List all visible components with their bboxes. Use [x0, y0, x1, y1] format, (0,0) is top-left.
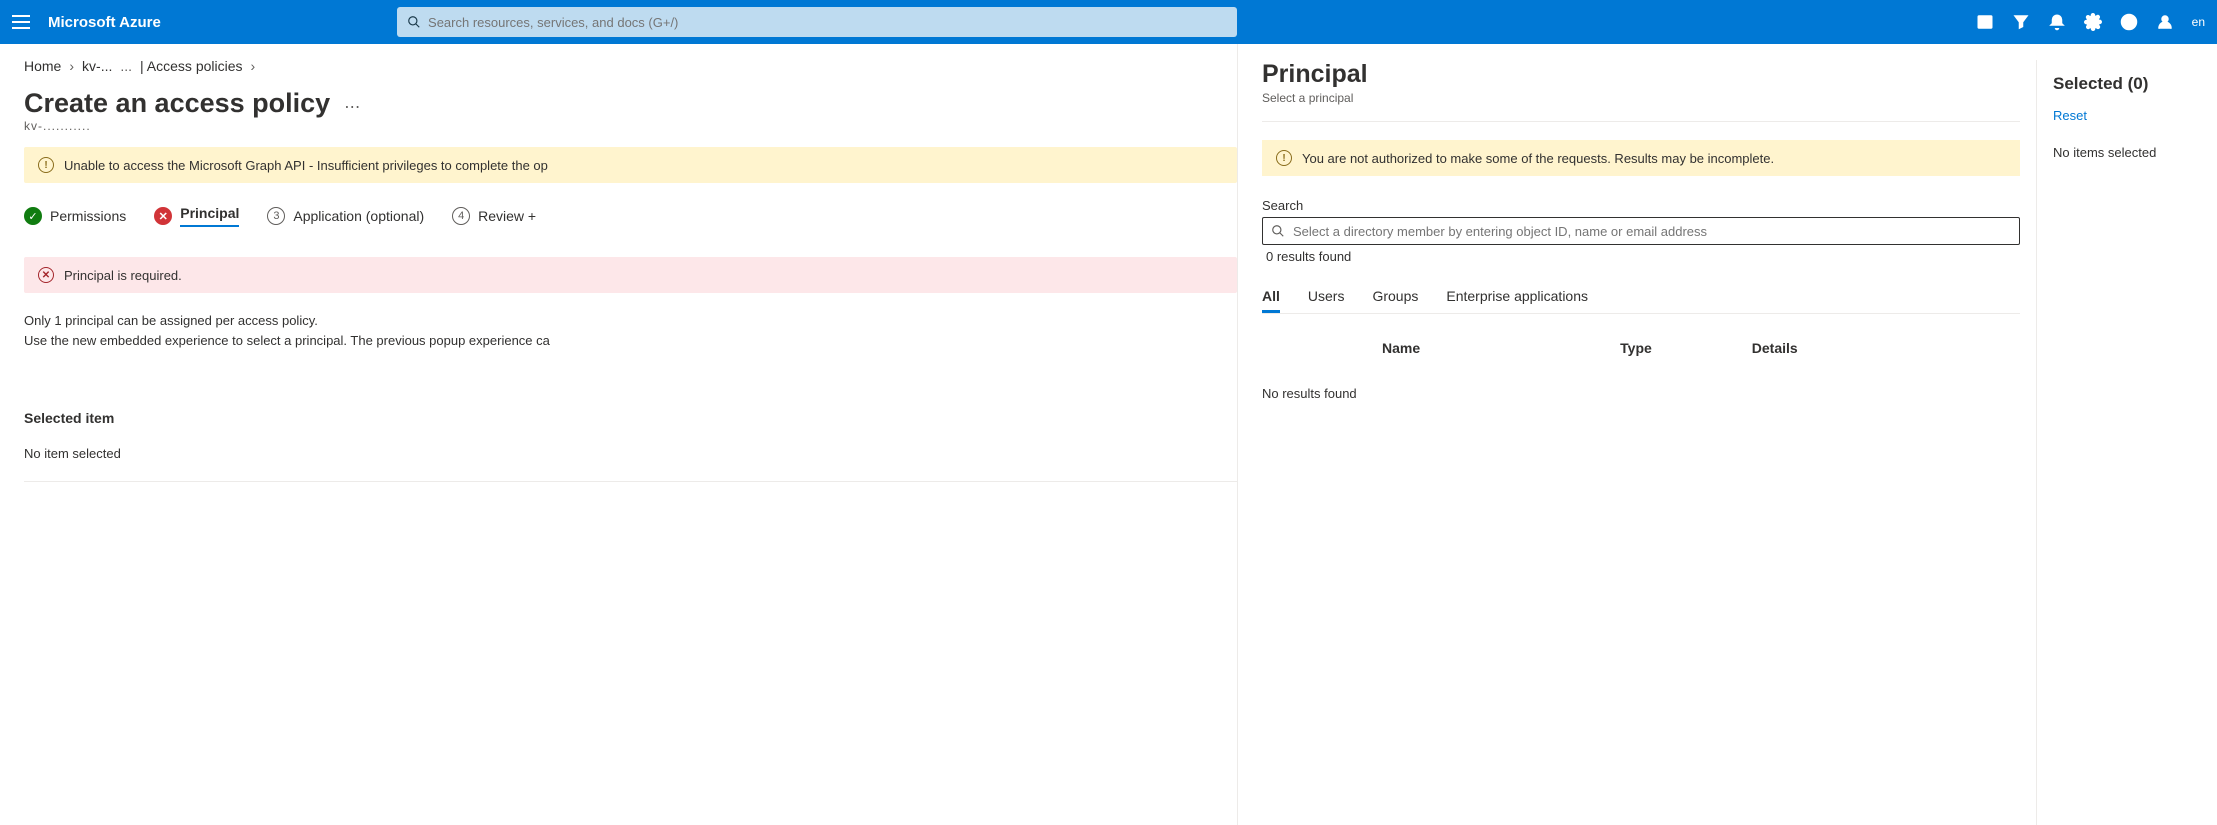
breadcrumb-sep: ...	[120, 58, 132, 74]
search-icon	[1271, 224, 1285, 238]
error-icon: ✕	[38, 267, 54, 283]
info-line-1: Only 1 principal can be assigned per acc…	[24, 311, 1237, 331]
breadcrumb-resource[interactable]: kv-...	[82, 58, 112, 74]
no-items-selected: No items selected	[2053, 145, 2201, 160]
error-text: Principal is required.	[64, 268, 182, 283]
filter-icon[interactable]	[2012, 13, 2030, 31]
check-icon: ✓	[24, 207, 42, 225]
step-review[interactable]: 4 Review +	[452, 207, 536, 225]
col-details: Details	[1752, 340, 1798, 356]
layout: Home › kv-... ... | Access policies › Cr…	[0, 44, 2217, 825]
col-name: Name	[1382, 340, 1420, 356]
top-bar: Microsoft Azure en	[0, 0, 2217, 44]
panel-subtitle: Select a principal	[1262, 91, 2020, 105]
breadcrumb-page[interactable]: | Access policies	[140, 58, 242, 74]
tab-groups[interactable]: Groups	[1372, 282, 1418, 313]
results-count: 0 results found	[1266, 249, 2020, 264]
chevron-right-icon: ›	[251, 58, 256, 74]
selected-item-value: No item selected	[24, 446, 1237, 461]
results-table-header: Name Type Details	[1262, 340, 2020, 356]
global-search[interactable]	[397, 7, 1237, 37]
step-principal[interactable]: ✕ Principal	[154, 205, 239, 227]
selected-item-heading: Selected item	[24, 410, 1237, 426]
step-label: Review +	[478, 208, 536, 224]
error-icon: ✕	[154, 207, 172, 225]
step-application[interactable]: 3 Application (optional)	[267, 207, 424, 225]
no-results: No results found	[1262, 386, 2020, 401]
graph-api-warning: ! Unable to access the Microsoft Graph A…	[24, 147, 1237, 183]
divider	[1262, 121, 2020, 122]
auth-warning: ! You are not authorized to make some of…	[1262, 140, 2020, 176]
step-number: 4	[452, 207, 470, 225]
page-title-row: Create an access policy ⋯	[24, 88, 1237, 119]
warning-text: You are not authorized to make some of t…	[1302, 151, 1774, 166]
hamburger-menu-icon[interactable]	[12, 12, 32, 32]
reset-link[interactable]: Reset	[2053, 108, 2087, 123]
divider	[24, 481, 1237, 482]
search-label: Search	[1262, 198, 2020, 213]
selected-side-panel: Selected (0) Reset No items selected	[2037, 60, 2217, 825]
notifications-icon[interactable]	[2048, 13, 2066, 31]
global-search-input[interactable]	[428, 15, 1227, 30]
step-permissions[interactable]: ✓ Permissions	[24, 207, 126, 225]
principal-panel: Principal Select a principal ! You are n…	[1237, 44, 2217, 825]
principal-required-error: ✕ Principal is required.	[24, 257, 1237, 293]
info-text: Only 1 principal can be assigned per acc…	[24, 311, 1237, 350]
selected-title: Selected (0)	[2053, 74, 2201, 94]
breadcrumb-home[interactable]: Home	[24, 58, 61, 74]
principal-tabs: All Users Groups Enterprise applications	[1262, 282, 2020, 314]
warning-text: Unable to access the Microsoft Graph API…	[64, 158, 548, 173]
more-actions-button[interactable]: ⋯	[344, 91, 360, 117]
panel-title: Principal	[1262, 60, 2020, 89]
topbar-icons: en	[1976, 13, 2205, 31]
main-column: Home › kv-... ... | Access policies › Cr…	[0, 44, 1237, 825]
step-label: Principal	[180, 205, 239, 227]
brand-label[interactable]: Microsoft Azure	[48, 14, 161, 31]
col-type: Type	[1620, 340, 1652, 356]
locale-label[interactable]: en	[2192, 15, 2205, 29]
feedback-icon[interactable]	[2156, 13, 2174, 31]
gear-icon[interactable]	[2084, 13, 2102, 31]
cloud-shell-icon[interactable]	[1976, 13, 1994, 31]
page-title: Create an access policy	[24, 88, 330, 119]
step-number: 3	[267, 207, 285, 225]
warning-icon: !	[38, 157, 54, 173]
search-icon	[407, 15, 421, 29]
info-line-2: Use the new embedded experience to selec…	[24, 331, 1237, 351]
chevron-right-icon: ›	[69, 58, 74, 74]
page-subtitle: kv-...........	[24, 119, 1237, 133]
principal-search[interactable]	[1262, 217, 2020, 245]
help-icon[interactable]	[2120, 13, 2138, 31]
tab-users[interactable]: Users	[1308, 282, 1345, 313]
tab-enterprise-apps[interactable]: Enterprise applications	[1446, 282, 1588, 313]
principal-search-input[interactable]	[1293, 224, 2011, 239]
warning-icon: !	[1276, 150, 1292, 166]
step-label: Application (optional)	[293, 208, 424, 224]
breadcrumb: Home › kv-... ... | Access policies ›	[24, 58, 1237, 74]
wizard-steps: ✓ Permissions ✕ Principal 3 Application …	[24, 205, 1237, 227]
principal-panel-main: Principal Select a principal ! You are n…	[1238, 60, 2037, 825]
tab-all[interactable]: All	[1262, 282, 1280, 313]
step-label: Permissions	[50, 208, 126, 224]
